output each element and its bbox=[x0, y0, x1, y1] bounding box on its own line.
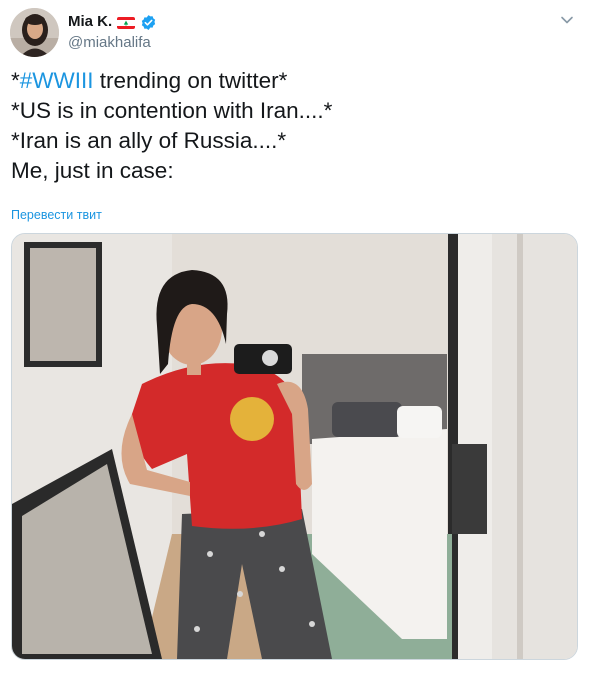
avatar[interactable] bbox=[10, 8, 59, 57]
tweet-line-1: *#WWIII trending on twitter* bbox=[11, 66, 571, 96]
hashtag-link[interactable]: #WWIII bbox=[20, 68, 94, 93]
tweet-photo[interactable] bbox=[11, 233, 578, 660]
tweet-prefix: * bbox=[11, 68, 20, 93]
tweet-line-1-rest: trending on twitter* bbox=[93, 68, 288, 93]
chevron-down-icon[interactable] bbox=[559, 12, 575, 28]
verified-badge-icon bbox=[140, 14, 157, 31]
author-handle[interactable]: @miakhalifa bbox=[68, 34, 151, 52]
tweet-line-2: *US is in contention with Iran....* bbox=[11, 98, 333, 123]
tweet-card: Mia K. @miakhalifa *#WWIII trending on t… bbox=[0, 0, 589, 673]
tweet-line-3: *Iran is an ally of Russia....* bbox=[11, 128, 287, 153]
author-name-row: Mia K. bbox=[68, 12, 157, 32]
lebanon-flag-icon bbox=[117, 16, 136, 29]
translate-tweet-link[interactable]: Перевести твит bbox=[11, 207, 102, 223]
mirror-selfie-image bbox=[12, 234, 577, 659]
tweet-text: *#WWIII trending on twitter* *US is in c… bbox=[11, 66, 571, 186]
display-name[interactable]: Mia K. bbox=[68, 12, 112, 32]
tweet-line-4: Me, just in case: bbox=[11, 158, 174, 183]
